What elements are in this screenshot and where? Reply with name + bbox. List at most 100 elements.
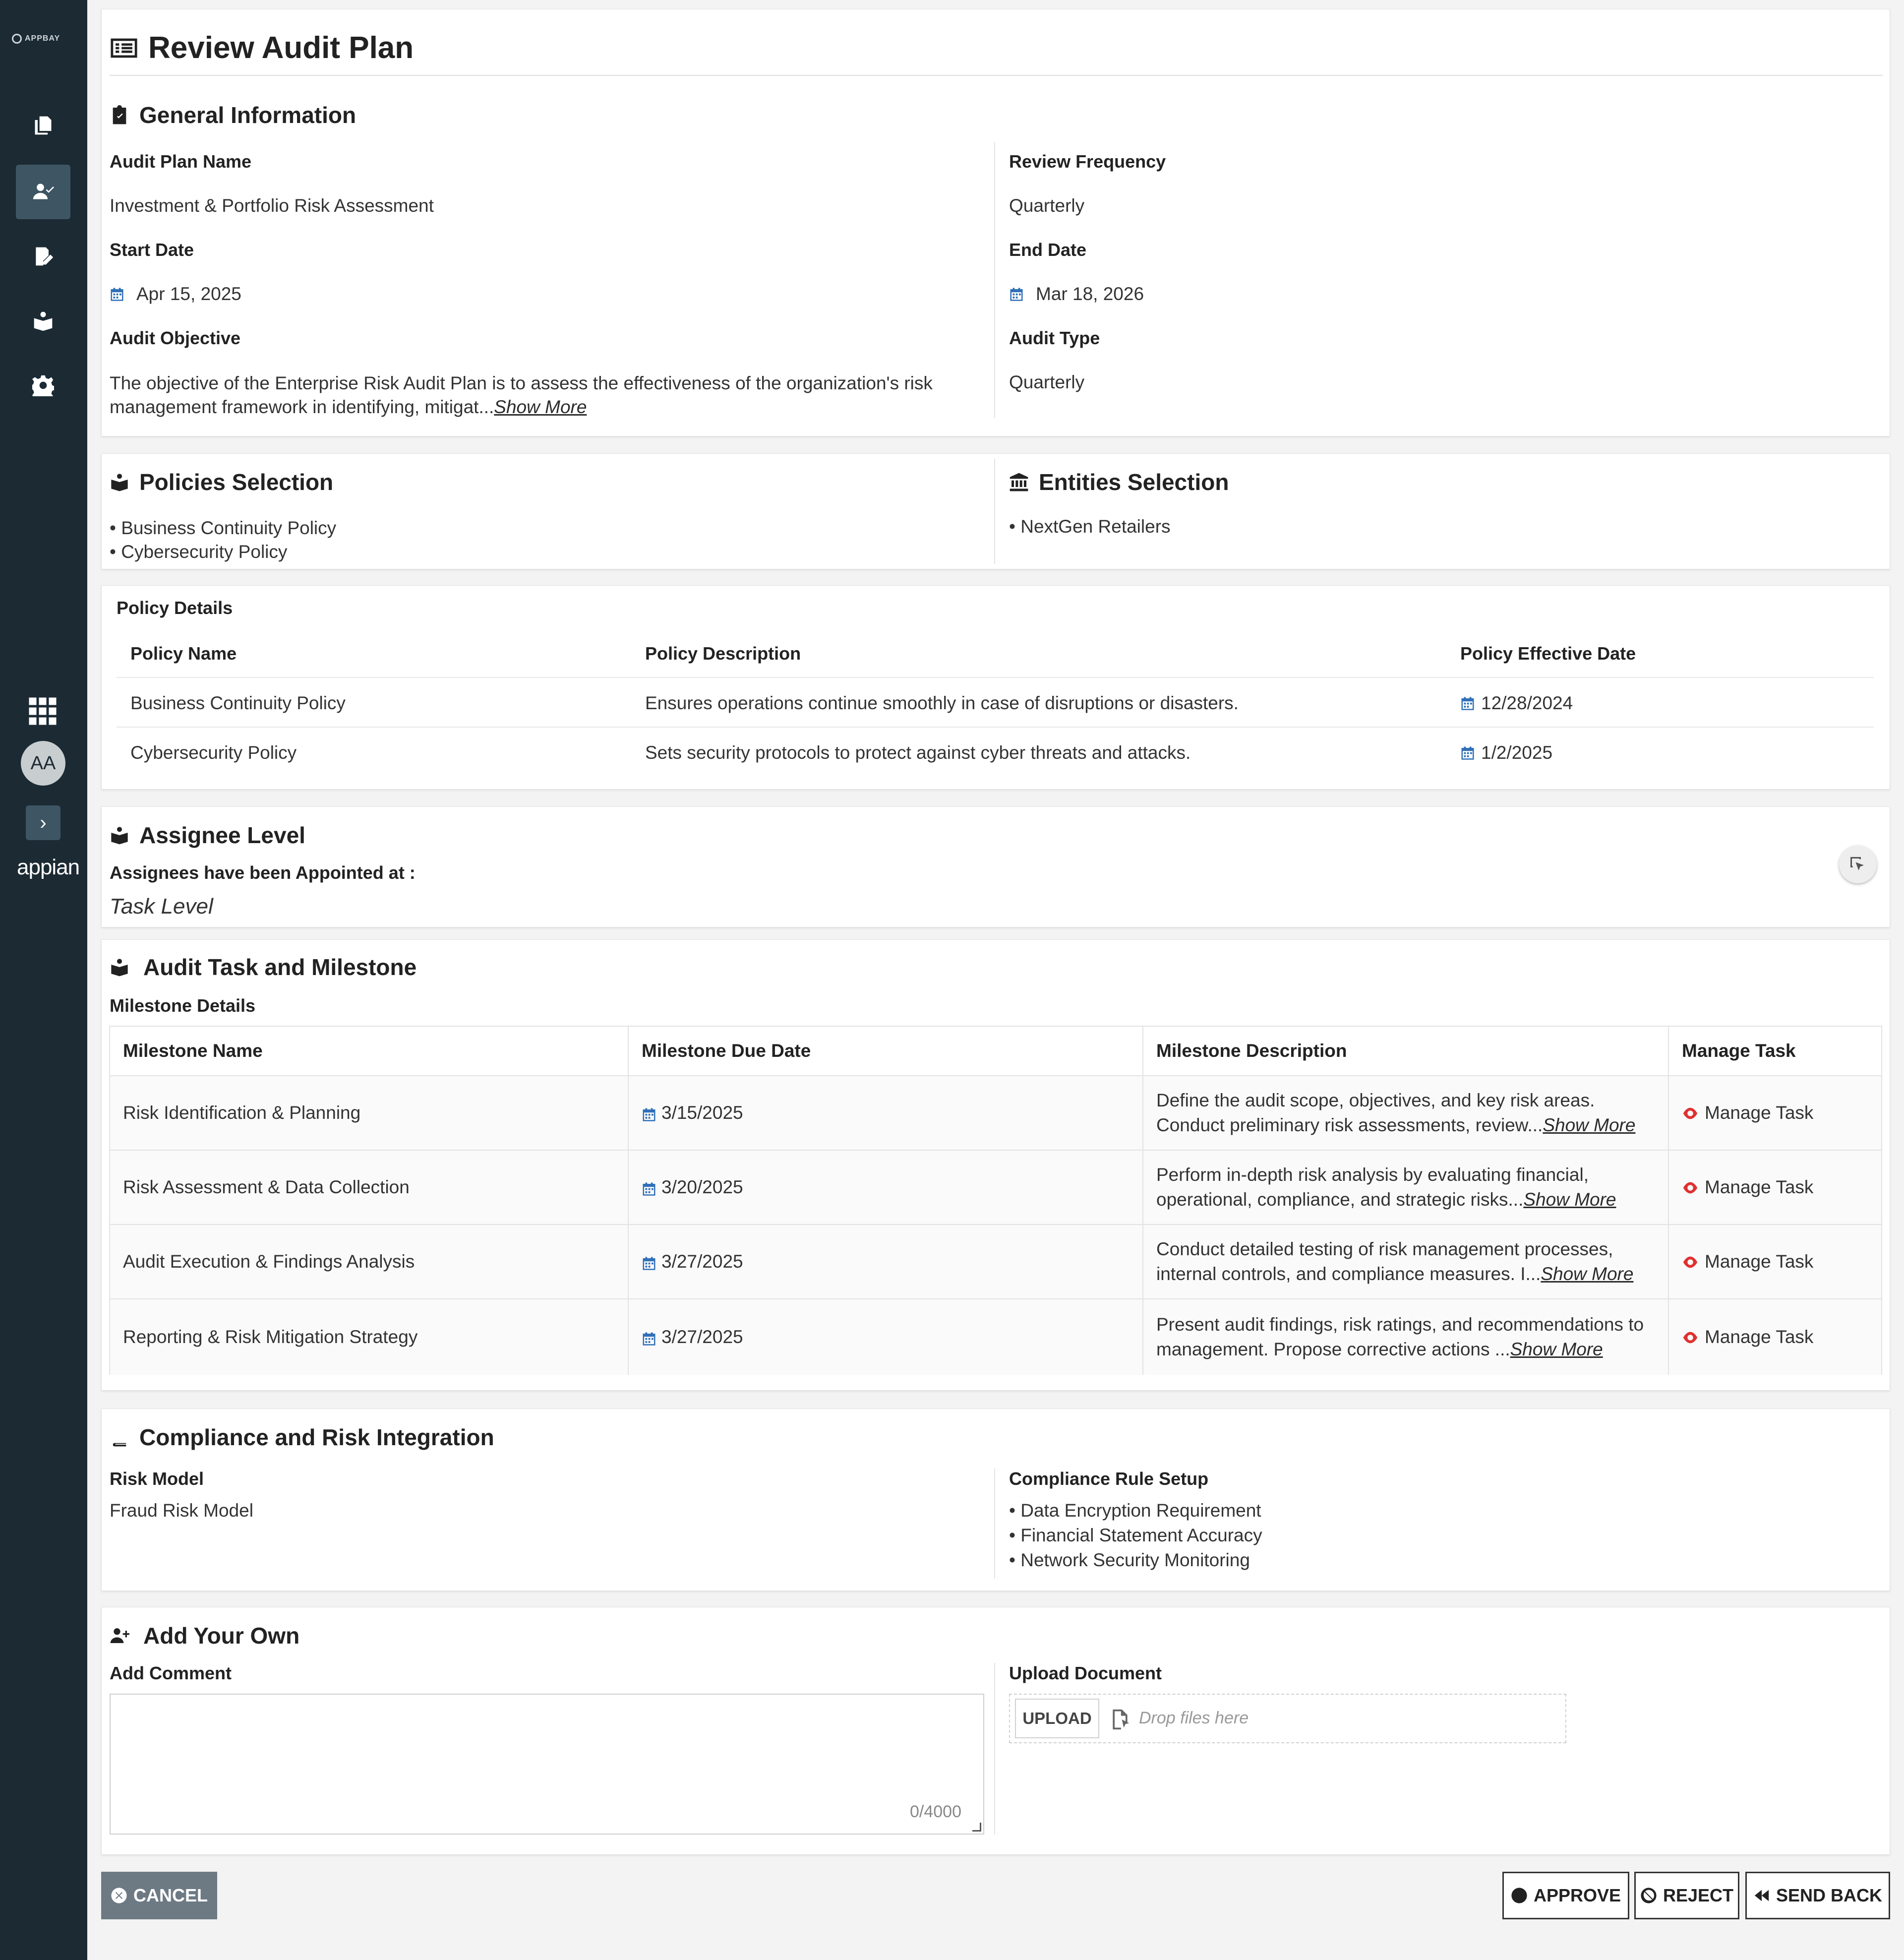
list-item: • NextGen Retailers: [1009, 516, 1171, 537]
sidebar: APPBAY AA › appian: [0, 0, 87, 1960]
milestone-heading: Audit Task and Milestone: [110, 954, 416, 980]
eye-icon: [1682, 1251, 1705, 1272]
nav-documents[interactable]: [16, 98, 70, 153]
review-frequency-label: Review Frequency: [1009, 151, 1166, 172]
start-date-label: Start Date: [110, 240, 194, 260]
column-divider: [994, 142, 995, 418]
start-date-value: Apr 15, 2025: [110, 284, 241, 305]
assignee-value: Task Level: [110, 894, 213, 919]
show-more-link[interactable]: Show More: [1543, 1115, 1635, 1135]
report-edit-icon: [36, 247, 54, 266]
manage-task-button[interactable]: Manage Task: [1669, 1076, 1883, 1150]
entities-list: • NextGen Retailers: [1009, 516, 1171, 537]
calendar-icon: [642, 1254, 656, 1270]
cursor-select-button[interactable]: [1839, 846, 1877, 883]
appbay-logo: APPBAY: [12, 30, 75, 48]
manage-task-button[interactable]: Manage Task: [1669, 1225, 1883, 1298]
nav-user-tasks[interactable]: [16, 165, 70, 219]
file-drop-zone[interactable]: UPLOAD Drop files here: [1009, 1694, 1566, 1743]
close-circle-icon: [111, 1888, 127, 1903]
manage-task-button[interactable]: Manage Task: [1669, 1151, 1883, 1224]
policy-book-icon: [34, 311, 53, 331]
selection-card: Policies Selection • Business Continuity…: [101, 453, 1890, 569]
show-more-link[interactable]: Show More: [494, 397, 587, 417]
policy-book-icon: [111, 827, 128, 845]
compliance-heading: Compliance and Risk Integration: [110, 1424, 494, 1451]
audit-type-value: Quarterly: [1009, 372, 1085, 392]
show-more-link[interactable]: Show More: [1510, 1339, 1603, 1359]
user-plus-icon: [110, 1628, 129, 1643]
column-divider: [994, 1469, 995, 1579]
upload-document-label: Upload Document: [1009, 1663, 1162, 1683]
policy-details-card: Policy Details Policy Name Policy Descri…: [101, 585, 1890, 790]
pointer-select-icon: [1850, 857, 1864, 870]
calendar-icon: [642, 1105, 656, 1121]
risk-model-value: Fraud Risk Model: [110, 1500, 253, 1521]
approve-button[interactable]: APPROVE: [1502, 1872, 1629, 1919]
table-row: Reporting & Risk Mitigation Strategy 3/2…: [110, 1299, 1881, 1375]
general-info-card: Review Audit Plan General Information Au…: [101, 9, 1890, 436]
table-row: Cybersecurity Policy Sets security proto…: [130, 742, 1553, 763]
ban-icon: [1641, 1888, 1657, 1903]
list-alt-icon: [111, 38, 137, 58]
show-more-link[interactable]: Show More: [1541, 1264, 1633, 1284]
upload-button[interactable]: UPLOAD: [1015, 1699, 1099, 1738]
gear-icon: [32, 375, 54, 396]
calendar-icon: [642, 1330, 656, 1346]
manage-task-button[interactable]: Manage Task: [1669, 1299, 1883, 1375]
show-more-link[interactable]: Show More: [1523, 1189, 1616, 1210]
chevron-right-icon: ›: [40, 811, 47, 834]
bank-icon: [1010, 473, 1028, 491]
comment-textarea[interactable]: 0/4000: [110, 1694, 984, 1835]
calendar-icon: [1009, 285, 1024, 301]
audit-objective-label: Audit Objective: [110, 328, 241, 348]
eye-icon: [1682, 1177, 1705, 1198]
assignee-level-card: Assignee Level Assignees have been Appoi…: [101, 806, 1890, 927]
clipboard-check-icon: [113, 105, 126, 124]
table-row: Business Continuity Policy Ensures opera…: [117, 678, 1874, 728]
policies-selection-heading: Policies Selection: [110, 469, 333, 495]
reject-button[interactable]: REJECT: [1634, 1872, 1739, 1919]
drop-placeholder: Drop files here: [1139, 1709, 1249, 1727]
milestone-table-header: Milestone Name Milestone Due Date Milest…: [110, 1027, 1881, 1076]
nav-settings[interactable]: [16, 358, 70, 413]
page-title: Review Audit Plan: [110, 30, 414, 65]
app-launcher-button[interactable]: [28, 696, 58, 726]
add-comment-label: Add Comment: [110, 1663, 232, 1683]
nav-reports[interactable]: [16, 229, 70, 284]
end-date-label: End Date: [1009, 240, 1087, 260]
list-item: • Business Continuity Policy: [110, 518, 337, 538]
check-circle-icon: [1511, 1888, 1527, 1903]
expand-sidebar-button[interactable]: ›: [26, 805, 60, 840]
policies-list: • Business Continuity Policy • Cybersecu…: [110, 516, 336, 564]
add-your-own-heading: Add Your Own: [110, 1622, 299, 1649]
calendar-icon: [1460, 694, 1475, 710]
milestone-subtitle: Milestone Details: [110, 995, 256, 1016]
audit-plan-name-value: Investment & Portfolio Risk Assessment: [110, 195, 434, 216]
list-item: • Financial Statement Accuracy: [1009, 1525, 1262, 1545]
compliance-rule-label: Compliance Rule Setup: [1009, 1469, 1209, 1489]
book-icon: [113, 1428, 126, 1447]
cancel-button[interactable]: CANCEL: [101, 1872, 217, 1919]
compliance-card: Compliance and Risk Integration Risk Mod…: [101, 1409, 1890, 1591]
title-divider: [110, 75, 1883, 76]
nav-policies[interactable]: [16, 294, 70, 348]
calendar-icon: [1460, 744, 1475, 760]
review-frequency-value: Quarterly: [1009, 195, 1085, 216]
calendar-icon: [642, 1180, 656, 1196]
table-row: Risk Assessment & Data Collection 3/20/2…: [110, 1151, 1881, 1225]
send-back-button[interactable]: SEND BACK: [1745, 1872, 1890, 1919]
policy-book-icon: [111, 959, 128, 977]
appian-logo: appian: [17, 855, 80, 879]
documents-icon: [35, 116, 52, 135]
risk-model-label: Risk Model: [110, 1469, 204, 1489]
add-your-own-card: Add Your Own Add Comment 0/4000 Upload D…: [101, 1607, 1890, 1855]
character-counter: 0/4000: [910, 1802, 961, 1821]
list-item: • Network Security Monitoring: [1009, 1550, 1250, 1570]
table-row: Risk Identification & Planning 3/15/2025…: [110, 1076, 1881, 1151]
milestone-table: Milestone Name Milestone Due Date Milest…: [109, 1026, 1882, 1375]
resize-handle-icon[interactable]: [972, 1823, 981, 1832]
table-row: Audit Execution & Findings Analysis 3/27…: [110, 1225, 1881, 1299]
general-info-heading: General Information: [110, 102, 356, 128]
avatar[interactable]: AA: [21, 741, 65, 786]
